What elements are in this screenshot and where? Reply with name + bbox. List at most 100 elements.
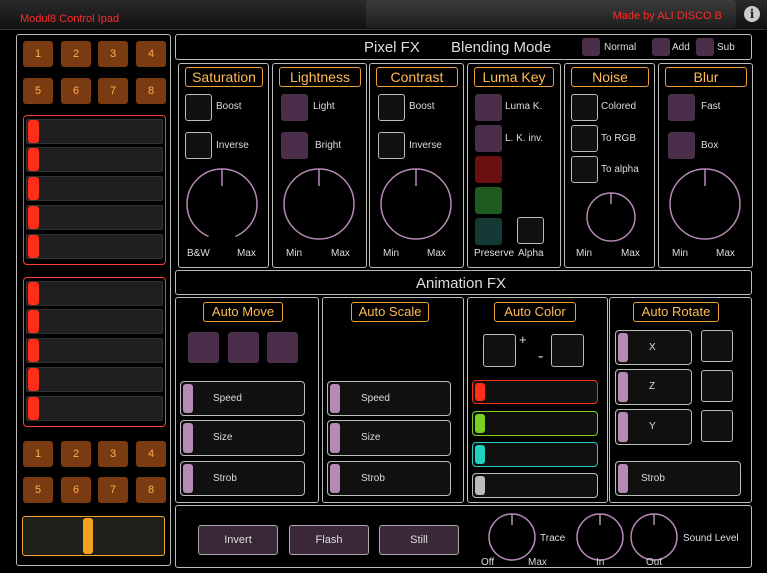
blur-fast-toggle[interactable] [668, 94, 695, 121]
layer-button-2[interactable]: 2 [61, 41, 91, 67]
slider-knob[interactable] [618, 372, 628, 402]
auto-rotate-y-toggle[interactable] [701, 410, 733, 442]
auto-rotate-x-toggle[interactable] [701, 330, 733, 362]
luma-key-toggle[interactable] [475, 94, 502, 121]
fader-row[interactable] [26, 281, 163, 306]
blend-add-toggle[interactable] [652, 38, 670, 56]
layer-button-6[interactable]: 6 [61, 477, 91, 503]
still-button[interactable]: Still [379, 525, 459, 555]
blur-box-toggle[interactable] [668, 132, 695, 159]
crossfader-knob[interactable] [83, 518, 94, 554]
slider-knob[interactable] [330, 464, 340, 493]
fader-knob[interactable] [28, 235, 39, 258]
invert-button[interactable]: Invert [198, 525, 278, 555]
layer-button-6[interactable]: 6 [61, 78, 91, 104]
layer-button-7[interactable]: 7 [98, 78, 128, 104]
fader-row[interactable] [26, 176, 163, 201]
auto-scale-speed-slider[interactable]: Speed [327, 381, 451, 416]
lightness-bright-toggle[interactable] [281, 132, 308, 159]
sound-in-knob[interactable] [574, 511, 626, 563]
noise-alpha-toggle[interactable] [571, 156, 598, 183]
noise-knob[interactable] [584, 190, 638, 244]
contrast-knob[interactable] [378, 166, 454, 244]
crossfader[interactable] [22, 516, 165, 556]
blur-knob[interactable] [667, 166, 743, 244]
auto-color-red-slider[interactable] [472, 380, 598, 404]
noise-colored-toggle[interactable] [571, 94, 598, 121]
auto-rotate-z-toggle[interactable] [701, 370, 733, 402]
layer-button-2[interactable]: 2 [61, 441, 91, 467]
fader-row[interactable] [26, 309, 163, 334]
auto-move-toggle-2[interactable] [228, 332, 259, 363]
auto-move-toggle-3[interactable] [267, 332, 298, 363]
auto-move-toggle-1[interactable] [188, 332, 219, 363]
auto-rotate-z-slider[interactable]: Z [615, 369, 692, 405]
saturation-knob[interactable] [184, 166, 260, 244]
slider-knob[interactable] [618, 464, 628, 493]
fader-knob[interactable] [28, 206, 39, 229]
fader-row[interactable] [26, 367, 163, 392]
slider-knob[interactable] [183, 384, 193, 413]
layer-button-3[interactable]: 3 [98, 441, 128, 467]
fader-row[interactable] [26, 147, 163, 172]
lightness-light-toggle[interactable] [281, 94, 308, 121]
layer-button-1[interactable]: 1 [23, 41, 53, 67]
slider-knob[interactable] [475, 414, 485, 433]
layer-button-8[interactable]: 8 [136, 477, 166, 503]
slider-knob[interactable] [475, 383, 485, 401]
fader-row[interactable] [26, 396, 163, 421]
fader-row[interactable] [26, 234, 163, 259]
slider-knob[interactable] [618, 333, 628, 362]
slider-knob[interactable] [330, 423, 340, 453]
luma-alpha-toggle[interactable] [517, 217, 544, 244]
auto-color-green-slider[interactable] [472, 411, 598, 436]
fader-knob[interactable] [28, 368, 39, 391]
saturation-inverse-toggle[interactable] [185, 132, 212, 159]
layer-button-5[interactable]: 5 [23, 78, 53, 104]
fader-knob[interactable] [28, 339, 39, 362]
fader-knob[interactable] [28, 310, 39, 333]
luma-key-inv-toggle[interactable] [475, 125, 502, 152]
auto-color-cyan-slider[interactable] [472, 442, 598, 467]
auto-move-strob-slider[interactable]: Strob [180, 461, 305, 496]
trace-knob[interactable] [486, 511, 538, 563]
contrast-inverse-toggle[interactable] [378, 132, 405, 159]
fader-knob[interactable] [28, 397, 39, 420]
fader-row[interactable] [26, 338, 163, 363]
auto-move-size-slider[interactable]: Size [180, 420, 305, 456]
layer-button-4[interactable]: 4 [136, 441, 166, 467]
luma-red-swatch[interactable] [475, 156, 502, 183]
auto-color-minus-button[interactable] [551, 334, 584, 367]
blend-sub-toggle[interactable] [696, 38, 714, 56]
blend-normal-toggle[interactable] [582, 38, 600, 56]
flash-button[interactable]: Flash [289, 525, 369, 555]
layer-button-4[interactable]: 4 [136, 41, 166, 67]
auto-rotate-strob-slider[interactable]: Strob [615, 461, 741, 496]
fader-knob[interactable] [28, 120, 39, 143]
slider-knob[interactable] [330, 384, 340, 413]
auto-scale-strob-slider[interactable]: Strob [327, 461, 451, 496]
layer-button-1[interactable]: 1 [23, 441, 53, 467]
layer-button-3[interactable]: 3 [98, 41, 128, 67]
auto-move-speed-slider[interactable]: Speed [180, 381, 305, 416]
contrast-boost-toggle[interactable] [378, 94, 405, 121]
fader-knob[interactable] [28, 177, 39, 200]
sound-out-knob[interactable] [628, 511, 680, 563]
auto-rotate-x-slider[interactable]: X [615, 330, 692, 365]
luma-blue-swatch[interactable] [475, 218, 502, 245]
layer-button-7[interactable]: 7 [98, 477, 128, 503]
info-icon[interactable]: i [744, 6, 760, 22]
auto-rotate-y-slider[interactable]: Y [615, 409, 692, 445]
slider-knob[interactable] [618, 412, 628, 442]
lightness-knob[interactable] [281, 166, 357, 244]
fader-knob[interactable] [28, 148, 39, 171]
layer-button-5[interactable]: 5 [23, 477, 53, 503]
fader-row[interactable] [26, 205, 163, 230]
slider-knob[interactable] [475, 476, 485, 495]
fader-row[interactable] [26, 119, 163, 144]
layer-button-8[interactable]: 8 [136, 78, 166, 104]
luma-green-swatch[interactable] [475, 187, 502, 214]
fader-knob[interactable] [28, 282, 39, 305]
slider-knob[interactable] [183, 464, 193, 493]
slider-knob[interactable] [475, 445, 485, 464]
